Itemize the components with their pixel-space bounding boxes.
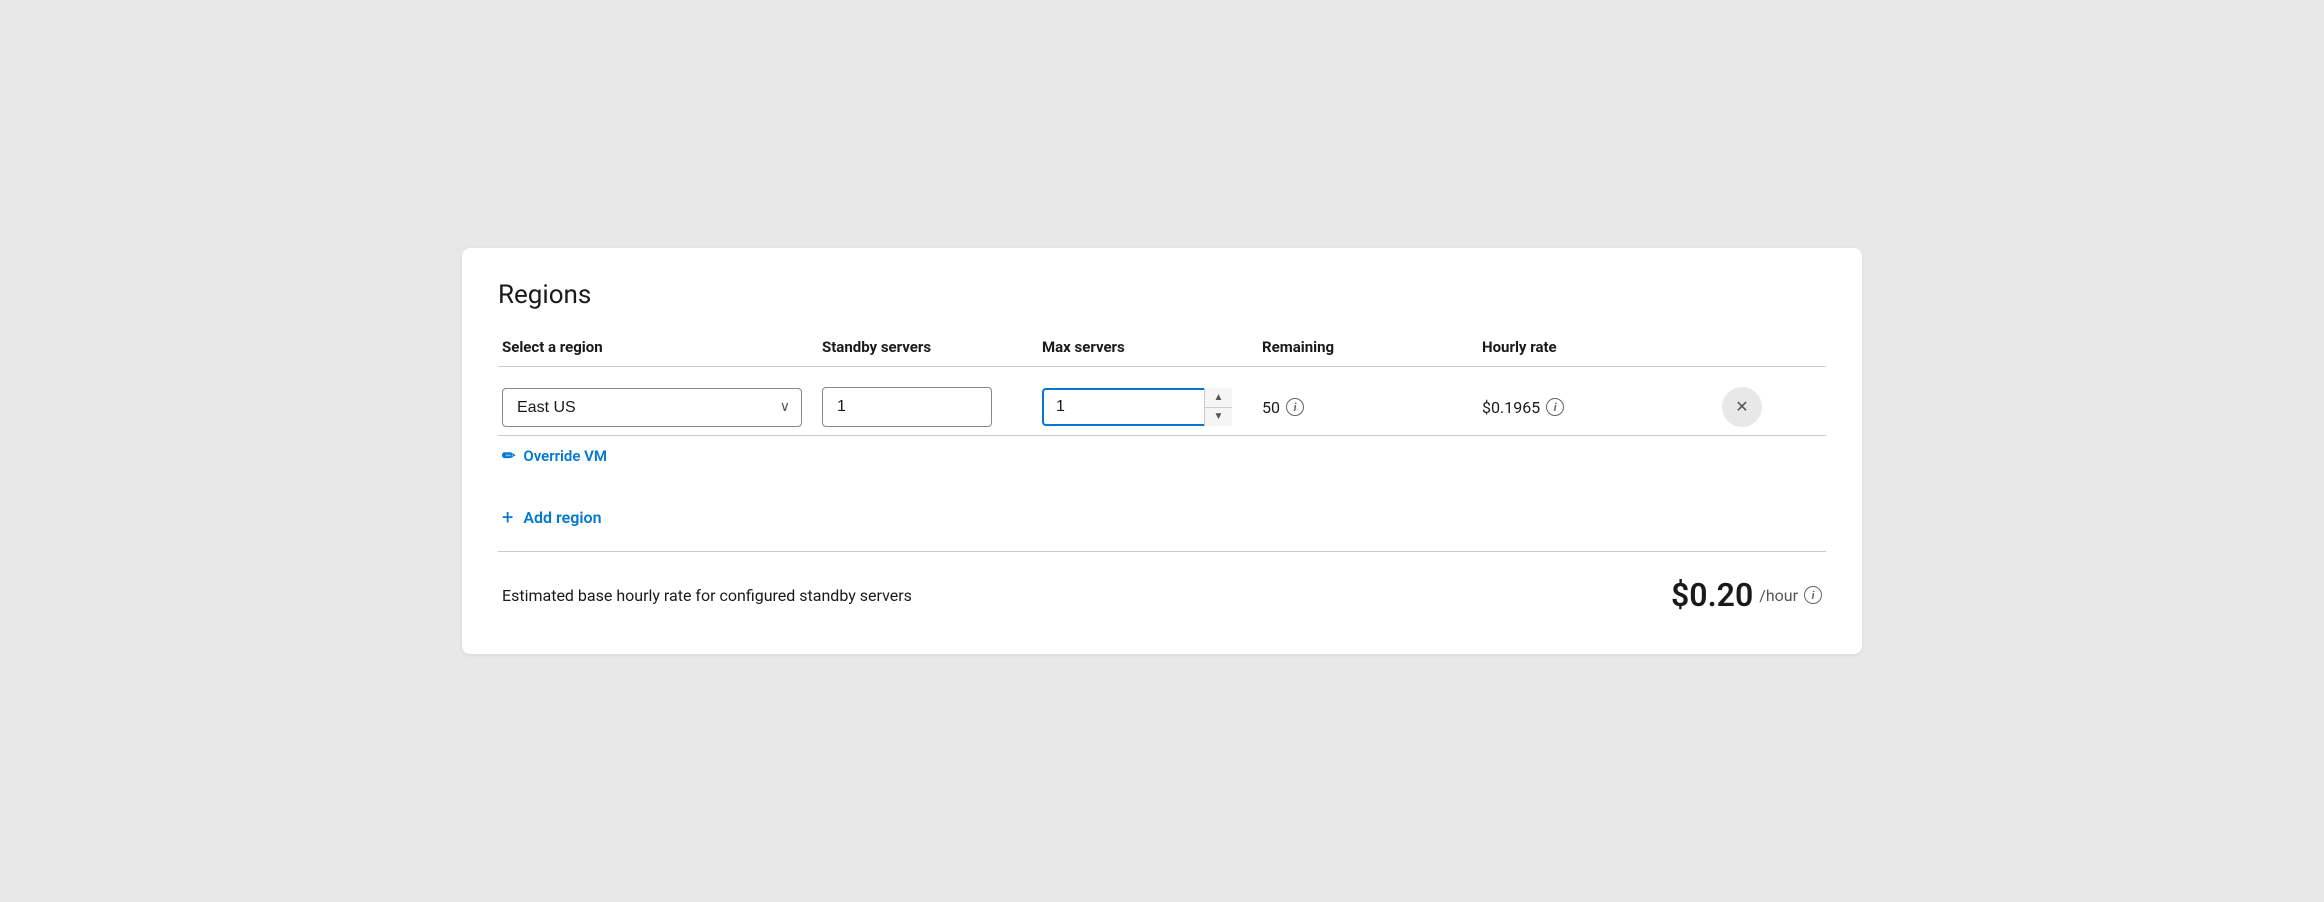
standby-cell <box>818 387 1038 427</box>
table-row: East US West US North Europe Southeast A… <box>498 367 1826 436</box>
region-select[interactable]: East US West US North Europe Southeast A… <box>502 388 802 427</box>
spinner-down-icon: ▼ <box>1214 411 1224 422</box>
max-spinner-wrapper: ▲ ▼ <box>1042 388 1232 426</box>
add-icon: + <box>502 505 513 529</box>
header-hourly: Hourly rate <box>1478 338 1718 356</box>
header-region: Select a region <box>498 338 818 356</box>
max-cell: ▲ ▼ <box>1038 388 1258 426</box>
hourly-info-icon[interactable]: i <box>1546 398 1564 416</box>
footer-info-icon[interactable]: i <box>1804 586 1822 604</box>
close-cell: ✕ <box>1718 387 1778 427</box>
close-icon: ✕ <box>1735 397 1748 417</box>
footer-rate: $0.20 /hour i <box>1671 576 1822 614</box>
table-header: Select a region Standby servers Max serv… <box>498 338 1826 367</box>
add-region-row[interactable]: + Add region <box>498 483 1826 552</box>
card-title: Regions <box>498 280 1826 310</box>
regions-card: Regions Select a region Standby servers … <box>462 248 1862 654</box>
footer-rate-amount: $0.20 <box>1671 576 1753 614</box>
remaining-info-icon[interactable]: i <box>1286 398 1304 416</box>
override-vm-label: Override VM <box>523 447 607 465</box>
header-max: Max servers <box>1038 338 1258 356</box>
spinner-down-button[interactable]: ▼ <box>1205 408 1232 427</box>
pencil-icon: ✏ <box>502 446 515 465</box>
override-vm-row[interactable]: ✏ Override VM <box>498 436 1826 483</box>
region-cell: East US West US North Europe Southeast A… <box>498 388 818 427</box>
spinner-buttons: ▲ ▼ <box>1204 388 1232 426</box>
header-standby: Standby servers <box>818 338 1038 356</box>
footer-rate-unit: /hour <box>1759 586 1798 605</box>
standby-input[interactable] <box>822 387 992 427</box>
hourly-cell: $0.1965 i <box>1478 398 1718 417</box>
footer-row: Estimated base hourly rate for configure… <box>498 552 1826 622</box>
header-actions <box>1718 338 1778 356</box>
remaining-value: 50 <box>1262 398 1280 417</box>
add-region-label: Add region <box>523 508 601 527</box>
spinner-up-icon: ▲ <box>1214 392 1224 403</box>
spinner-up-button[interactable]: ▲ <box>1205 388 1232 408</box>
region-select-wrapper: East US West US North Europe Southeast A… <box>502 388 802 427</box>
remove-region-button[interactable]: ✕ <box>1722 387 1762 427</box>
footer-label: Estimated base hourly rate for configure… <box>502 586 912 605</box>
remaining-cell: 50 i <box>1258 398 1478 417</box>
header-remaining: Remaining <box>1258 338 1478 356</box>
hourly-rate-value: $0.1965 <box>1482 398 1540 417</box>
